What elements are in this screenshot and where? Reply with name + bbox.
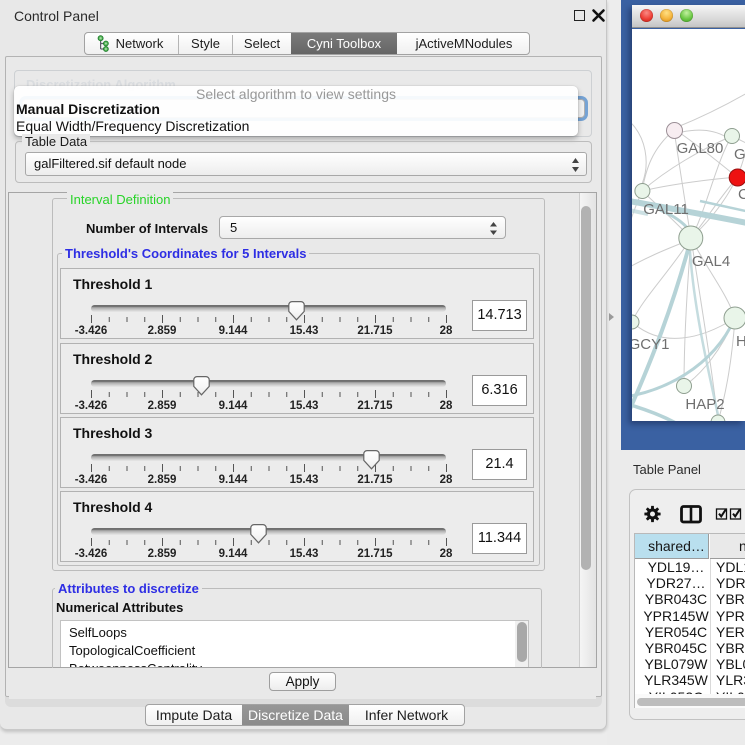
svg-text:GA: GA	[734, 146, 745, 163]
svg-text:GCY1: GCY1	[632, 336, 669, 353]
svg-text:CY: CY	[738, 186, 745, 203]
svg-text:GAL11: GAL11	[643, 201, 689, 218]
svg-text:HAP2: HAP2	[685, 396, 724, 413]
svg-text:GAL80: GAL80	[677, 140, 724, 157]
svg-text:GAL4: GAL4	[692, 253, 730, 270]
svg-text:HIS: HIS	[736, 333, 745, 350]
